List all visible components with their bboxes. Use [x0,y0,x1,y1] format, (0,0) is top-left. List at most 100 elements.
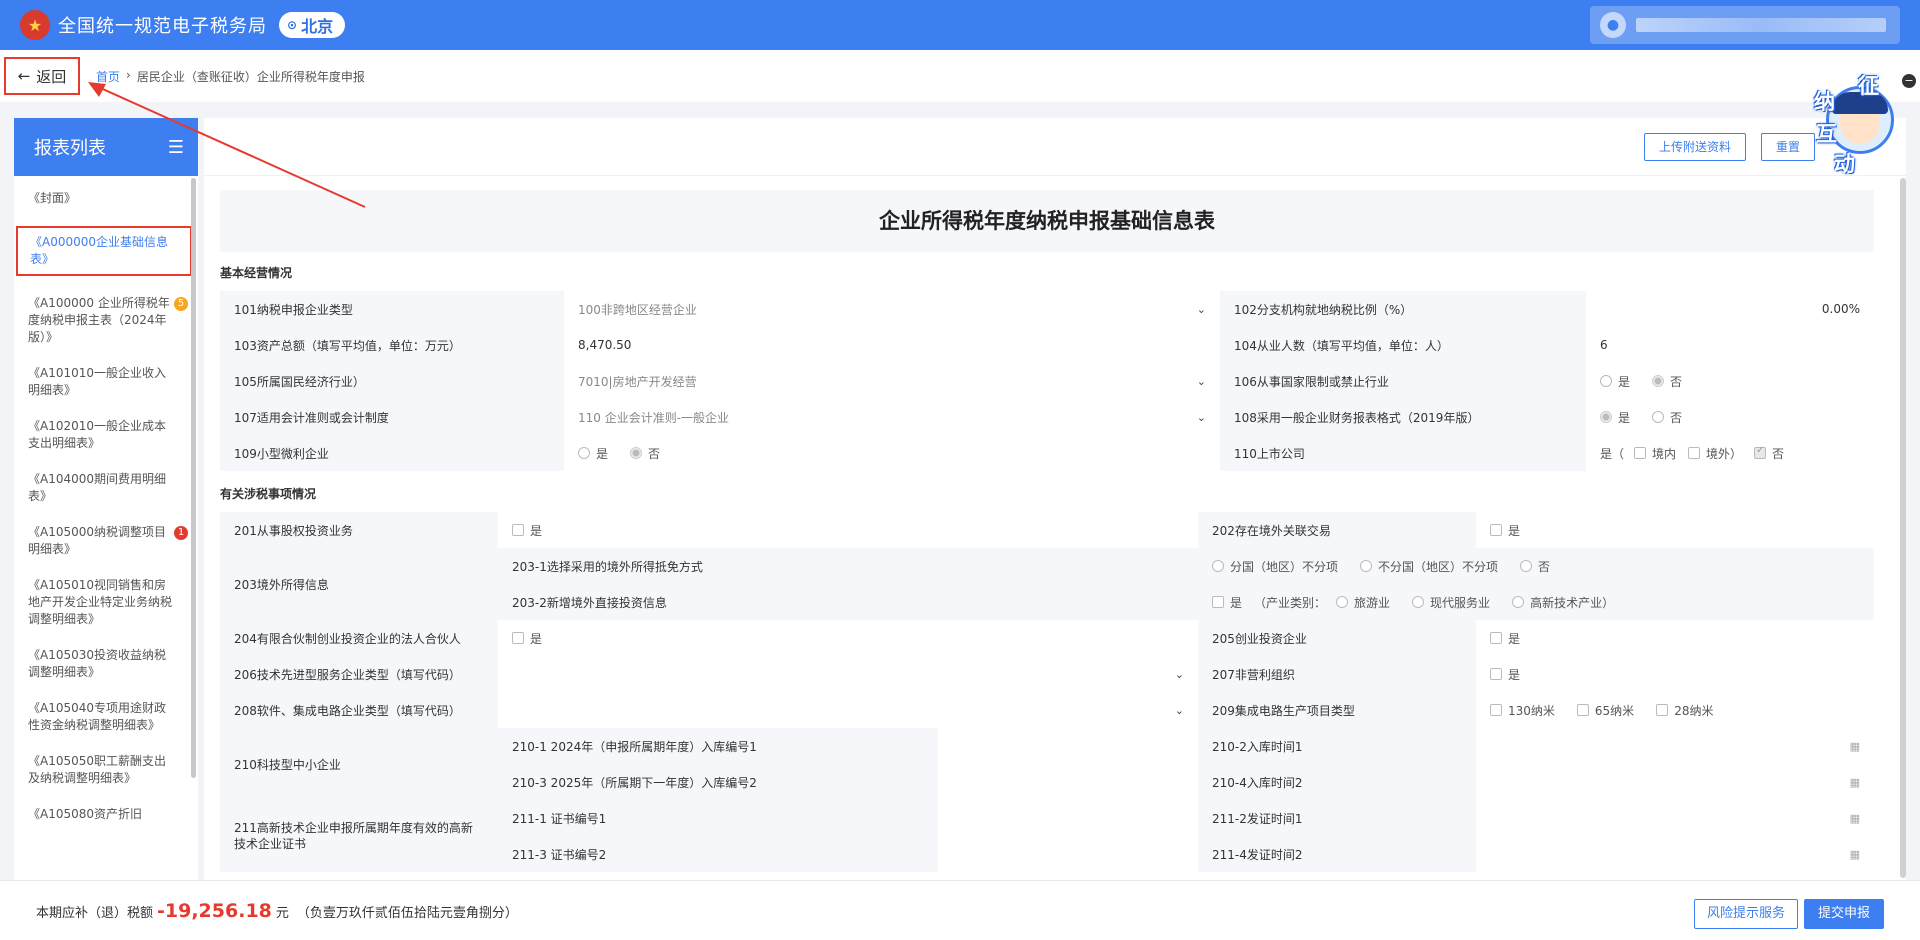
form-row-211-3: 211-3 证书编号2 211-4发证时间2 ▦ [498,836,1874,872]
label-106: 106从事国家限制或禁止行业 [1220,363,1586,399]
check-110-no[interactable]: 否 [1754,445,1784,462]
label-110-yes: 是（ [1600,446,1625,461]
radio-group-109: 是 否 [564,435,1220,471]
tax-amount: -19,256.18 [157,899,272,922]
input-211-3[interactable] [938,836,1198,872]
form-row-210-3: 210-3 2025年（所属期下一年度）入库编号2 210-4入库时间2 ▦ [498,764,1874,800]
report-list-sidebar: 报表列表 ☰ 《封面》 《A000000企业基础信息表》 《A100000 企业所得… [14,118,198,880]
sidebar-item-label: 《A105050职工薪酬支出及纳税调整明细表》 [28,754,167,785]
label-204: 204有限合伙制创业投资企业的法人合伙人 [220,620,498,656]
form-title: 企业所得税年度纳税申报基础信息表 [220,190,1874,252]
select-206[interactable]: ⌄ [498,656,1198,692]
radio-group-108: 是 否 [1586,399,1874,435]
radio-108-yes[interactable]: 是 [1600,409,1630,426]
sidebar-item-label: 《A104000期间费用明细表》 [28,472,167,503]
check-110-foreign[interactable]: 境外） [1688,445,1742,462]
date-210-2[interactable]: ▦ [1476,728,1874,764]
sidebar-item-label: 《A105000纳税调整项目明细表》 [28,525,167,556]
tax-amount-words: （负壹万玖仟贰佰伍拾陆元壹角捌分） [296,905,518,921]
risk-warning-button[interactable]: 风险提示服务 [1693,899,1798,929]
value-107: 110 企业会计准则-一般企业 [578,410,730,425]
sidebar-item[interactable]: 《A105040专项用途财政性资金纳税调整明细表》 [26,700,184,734]
sidebar-item[interactable]: 《A104000期间费用明细表》 [26,471,184,505]
form-row-107: 107适用会计准则或会计制度 110 企业会计准则-一般企业 ⌄ 108采用一般… [220,399,1874,435]
main-scrollbar[interactable] [1900,178,1906,878]
sidebar-item[interactable]: 《A000000企业基础信息表》 [16,226,192,276]
radio-106-yes[interactable]: 是 [1600,373,1630,390]
check-202[interactable]: 是 [1476,512,1874,548]
sidebar-item[interactable]: 《A105010视同销售和房地产开发企业特定业务纳税调整明细表》 [26,577,184,628]
check-207[interactable]: 是 [1476,656,1874,692]
list-toggle-icon[interactable]: ☰ [168,137,184,158]
form-row-203: 203境外所得信息 203-1选择采用的境外所得抵免方式 分国（地区）不分项 不… [220,548,1874,620]
check-209-28nm[interactable]: 28纳米 [1656,702,1713,719]
input-104[interactable]: 6 [1586,327,1874,363]
radio-109-yes[interactable]: 是 [578,445,608,462]
user-menu[interactable]: ● [1590,6,1900,44]
sidebar-scrollbar[interactable] [191,178,196,778]
date-210-4[interactable]: ▦ [1476,764,1874,800]
select-107[interactable]: 110 企业会计准则-一般企业 ⌄ [564,399,1220,435]
check-201[interactable]: 是 [498,512,1198,548]
form-row-203-1: 203-1选择采用的境外所得抵免方式 分国（地区）不分项 不分国（地区）不分项 … [498,548,1874,584]
sidebar-item[interactable]: 《A105030投资收益纳税调整明细表》 [26,647,184,681]
input-210-3[interactable] [938,764,1198,800]
date-211-4[interactable]: ▦ [1476,836,1874,872]
date-211-2[interactable]: ▦ [1476,800,1874,836]
input-102[interactable]: 0.00% [1586,291,1874,327]
region-selector[interactable]: ⊙ 北京 [279,12,346,38]
sidebar-item[interactable]: 《A101010一般企业收入明细表》 [26,365,184,399]
check-110-domestic[interactable]: 境内 [1634,445,1676,462]
form-row-105: 105所属国民经济行业） 7010|房地产开发经营 ⌄ 106从事国家限制或禁止… [220,363,1874,399]
radio-203-2-services[interactable]: 现代服务业 [1412,594,1490,611]
label-201: 201从事股权投资业务 [220,512,498,548]
label-210: 210科技型中小企业 [220,728,498,800]
check-209-65nm[interactable]: 65纳米 [1576,702,1634,719]
select-208[interactable]: ⌄ [498,692,1198,728]
sidebar-item[interactable]: 《封面》 [26,190,184,207]
submit-declaration-button[interactable]: 提交申报 [1803,899,1884,929]
check-203-2-yes[interactable]: 是 [1212,594,1242,611]
radio-group-106: 是 否 [1586,363,1874,399]
sidebar-item[interactable]: 《A105000纳税调整项目明细表》 1 [26,524,188,558]
check-205[interactable]: 是 [1476,620,1874,656]
radio-108-no[interactable]: 否 [1652,409,1682,426]
back-button[interactable]: ← 返回 [4,57,80,95]
radio-group-203-1: 分国（地区）不分项 不分国（地区）不分项 否 [1198,548,1874,584]
check-204[interactable]: 是 [498,620,1198,656]
sidebar-item-label: 《A105030投资收益纳税调整明细表》 [28,648,167,679]
sidebar-item[interactable]: 《A100000 企业所得税年度纳税申报主表（2024年版）》 5 [26,295,188,346]
input-211-1[interactable] [938,800,1198,836]
radio-106-no[interactable]: 否 [1652,373,1682,390]
calendar-icon: ▦ [1849,739,1860,753]
sidebar-item[interactable]: 《A102010一般企业成本支出明细表》 [26,418,184,452]
group-211: 211-1 证书编号1 211-2发证时间1 ▦ 211-3 证书编号2 211… [498,800,1874,872]
select-101[interactable]: 100非跨地区经营企业 ⌄ [564,291,1220,327]
upload-attachments-button[interactable]: 上传附送资料 [1644,133,1747,161]
sidebar-item[interactable]: 《A105050职工薪酬支出及纳税调整明细表》 [26,753,184,787]
top-bar: ★ 全国统一规范电子税务局 ⊙ 北京 ● [0,0,1920,50]
radio-109-no[interactable]: 否 [630,445,660,462]
radio-203-1-no[interactable]: 否 [1520,558,1550,575]
label-102: 102分支机构就地纳税比例（%） [1220,291,1586,327]
user-name-redacted [1636,18,1886,32]
check-209-130nm[interactable]: 130纳米 [1490,702,1555,719]
tax-unit: 元 [275,905,289,921]
sidebar-item-label: 《A102010一般企业成本支出明细表》 [28,419,167,450]
radio-203-1-opt1[interactable]: 分国（地区）不分项 [1212,558,1338,575]
breadcrumb-home-link[interactable]: 首页 [96,68,120,85]
form-row-206: 206技术先进型服务企业类型（填写代码） ⌄ 207非营利组织 是 [220,656,1874,692]
input-103[interactable]: 8,470.50 [564,327,1220,363]
sidebar-item-label: 《A105040专项用途财政性资金纳税调整明细表》 [28,701,167,732]
radio-203-1-opt2[interactable]: 不分国（地区）不分项 [1360,558,1498,575]
sidebar-item[interactable]: 《A105080资产折旧 [26,806,184,823]
sidebar-item-label: 《A000000企业基础信息表》 [30,235,169,266]
select-105[interactable]: 7010|房地产开发经营 ⌄ [564,363,1220,399]
collapse-icon[interactable]: − [1902,74,1916,88]
radio-203-2-hightech[interactable]: 高新技术产业） [1512,594,1614,611]
assistant-mascot[interactable]: 征 纳 互 动 [1800,70,1898,180]
radio-203-2-tourism[interactable]: 旅游业 [1336,594,1390,611]
calendar-icon: ▦ [1849,811,1860,825]
location-pin-icon: ⊙ [287,18,298,32]
input-210-1[interactable] [938,728,1198,764]
